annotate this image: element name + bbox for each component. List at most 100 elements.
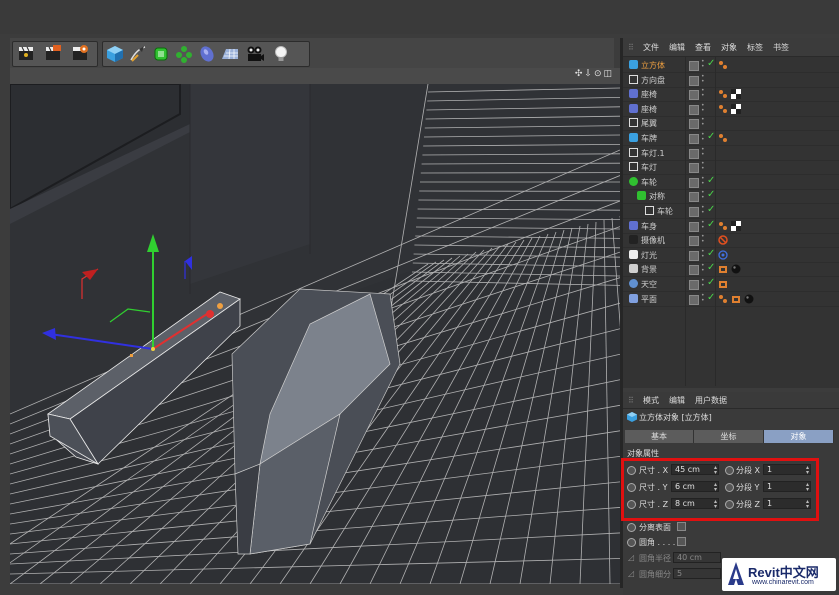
layer-checkbox[interactable] (689, 207, 699, 217)
layer-checkbox[interactable] (689, 221, 699, 232)
render-picture-icon[interactable] (43, 44, 63, 64)
visibility-dots-icon[interactable]: • • (701, 161, 705, 172)
menu-file[interactable]: 文件 (643, 42, 659, 53)
material-dots-tag-icon[interactable] (718, 294, 728, 304)
deformer-icon[interactable] (197, 44, 217, 64)
menu-edit[interactable]: 编辑 (669, 42, 685, 53)
layer-checkbox[interactable] (689, 148, 699, 159)
compositing-tag-icon[interactable] (718, 264, 728, 274)
render-settings-icon[interactable] (70, 44, 90, 64)
layer-checkbox[interactable] (689, 236, 699, 247)
layer-checkbox[interactable] (689, 163, 699, 174)
fillet-radius-input[interactable]: 40 cm (673, 552, 721, 563)
menu-view[interactable]: 查看 (695, 42, 711, 53)
layer-checkbox[interactable] (689, 294, 699, 305)
visibility-dots-icon[interactable]: • • (701, 146, 705, 157)
visibility-dots-icon[interactable]: • • (701, 88, 705, 99)
layer-checkbox[interactable] (689, 250, 699, 261)
camera-icon[interactable] (245, 44, 265, 64)
visibility-dots-icon[interactable]: • • (701, 263, 705, 274)
visibility-dots-icon[interactable]: • • (701, 102, 705, 113)
visibility-dots-icon[interactable]: • • (701, 73, 705, 84)
tab-object[interactable]: 对象 (764, 430, 834, 443)
material-dots-tag-icon[interactable] (718, 104, 728, 114)
tab-coordinates[interactable]: 坐标 (694, 430, 764, 443)
visibility-dots-icon[interactable]: • • (701, 278, 705, 289)
material-dots-tag-icon[interactable] (718, 60, 728, 70)
object-row[interactable]: 摄像机 • • (623, 233, 839, 249)
visibility-dots-icon[interactable]: • • (701, 132, 705, 143)
layer-checkbox[interactable] (689, 104, 699, 115)
menu-mode[interactable]: 模式 (643, 395, 659, 406)
object-row[interactable]: 尾翼 • • (623, 116, 839, 132)
no-render-tag-icon[interactable] (718, 235, 728, 245)
fillet-checkbox[interactable] (677, 537, 686, 546)
object-row[interactable]: 背景 • • ✓ (623, 262, 839, 278)
material-dots-tag-icon[interactable] (718, 89, 728, 99)
sphere-black-tag-icon[interactable] (744, 294, 754, 304)
object-row[interactable]: 车轮 • • ✓ (623, 175, 839, 190)
visibility-dots-icon[interactable]: • • (701, 59, 705, 70)
object-row[interactable]: 车轮 • • ✓ (623, 204, 839, 219)
object-row[interactable]: 车灯.1 • • (623, 146, 839, 161)
object-row[interactable]: 车牌 • • ✓ (623, 131, 839, 146)
visibility-dots-icon[interactable]: • • (701, 292, 705, 303)
object-row[interactable]: 对称 • • ✓ (623, 189, 839, 205)
layer-checkbox[interactable] (689, 177, 699, 188)
material-dots-tag-icon[interactable] (718, 133, 728, 143)
light-icon[interactable] (271, 44, 291, 64)
grip-icon[interactable]: ⠿ (628, 396, 634, 405)
layer-checkbox[interactable] (689, 265, 699, 276)
cube-primitive-icon[interactable] (105, 44, 125, 64)
separate-surfaces-checkbox[interactable] (677, 522, 686, 531)
visibility-dots-icon[interactable]: • • (701, 248, 705, 259)
object-row[interactable]: 天空 • • ✓ (623, 277, 839, 292)
layer-checkbox[interactable] (689, 75, 699, 86)
material-dots-tag-icon[interactable] (718, 221, 728, 231)
visibility-dots-icon[interactable]: • • (701, 234, 705, 245)
menu-bookmarks[interactable]: 书签 (773, 42, 789, 53)
menu-tags[interactable]: 标签 (747, 42, 763, 53)
render-view-icon[interactable] (16, 44, 36, 64)
layer-checkbox[interactable] (689, 119, 699, 130)
animate-radio[interactable] (627, 523, 636, 532)
visibility-dots-icon[interactable]: • • (701, 175, 705, 186)
floor-icon[interactable] (220, 44, 240, 64)
object-row[interactable]: 座椅 • • (623, 87, 839, 103)
object-row[interactable]: 车身 • • ✓ (623, 219, 839, 234)
array-icon[interactable] (174, 44, 194, 64)
object-row[interactable]: 车灯 • • (623, 160, 839, 176)
visibility-dots-icon[interactable]: • • (701, 190, 705, 201)
compositing-tag-icon[interactable] (731, 294, 741, 304)
visibility-dots-icon[interactable]: • • (701, 219, 705, 230)
visibility-dots-icon[interactable]: • • (701, 205, 705, 216)
fillet-subdiv-input[interactable]: 5 (673, 568, 721, 579)
layer-checkbox[interactable] (689, 134, 699, 144)
3d-viewport[interactable] (10, 84, 620, 584)
tab-basic[interactable]: 基本 (625, 430, 694, 443)
object-row[interactable]: 方向盘 • • (623, 73, 839, 88)
compositing-tag-icon[interactable] (718, 279, 728, 289)
layer-checkbox[interactable] (689, 90, 699, 101)
pen-spline-icon[interactable] (128, 44, 148, 64)
menu-object[interactable]: 对象 (721, 42, 737, 53)
object-row[interactable]: 座椅 • • (623, 102, 839, 117)
layer-checkbox[interactable] (689, 192, 699, 203)
checker-tag-icon[interactable] (731, 220, 741, 231)
subdivision-icon[interactable] (151, 44, 171, 64)
menu-attr-edit[interactable]: 编辑 (669, 395, 685, 406)
sphere-black-tag-icon[interactable] (731, 264, 741, 274)
target-tag-icon[interactable] (718, 250, 728, 260)
viewport-navigation-icons[interactable]: ✣⇩⊙◫ (575, 69, 614, 79)
visibility-dots-icon[interactable]: • • (701, 117, 705, 128)
object-row[interactable]: 立方体 • • ✓ (623, 58, 839, 73)
layer-checkbox[interactable] (689, 61, 699, 71)
grip-icon[interactable]: ⠿ (628, 43, 634, 52)
object-row[interactable]: 灯光 • • ✓ (623, 248, 839, 263)
checker-tag-icon[interactable] (731, 89, 741, 100)
layer-checkbox[interactable] (689, 280, 699, 290)
animate-radio[interactable] (627, 538, 636, 547)
checker-tag-icon[interactable] (731, 103, 741, 114)
menu-user-data[interactable]: 用户数据 (695, 395, 727, 406)
object-row[interactable]: 平面 • • ✓ (623, 292, 839, 307)
